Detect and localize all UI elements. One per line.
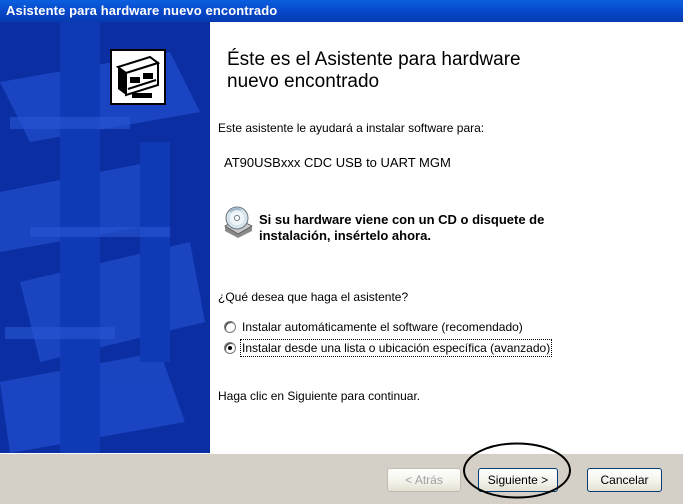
option-label[interactable]: Instalar automáticamente el software (re… <box>241 319 524 335</box>
radio-button-selected[interactable] <box>224 342 236 354</box>
cd-disk-icon <box>224 206 253 238</box>
continue-instructions: Haga clic en Siguiente para continuar. <box>218 389 421 403</box>
page-title: Éste es el Asistente para hardware nuevo… <box>227 49 521 92</box>
option-label[interactable]: Instalar desde una lista o ubicación esp… <box>239 339 553 357</box>
highlight-circle-annotation <box>463 442 571 499</box>
intro-text: Este asistente le ayudará a instalar sof… <box>218 121 485 135</box>
radio-button[interactable] <box>224 321 236 333</box>
button-bar: < Atrás Siguiente > Cancelar <box>0 453 683 504</box>
cancel-button[interactable]: Cancelar <box>587 468 662 492</box>
question-label: ¿Qué desea que haga el asistente? <box>218 290 409 304</box>
back-button[interactable]: < Atrás <box>387 468 461 492</box>
wizard-content: Éste es el Asistente para hardware nuevo… <box>210 22 683 453</box>
window-title: Asistente para hardware nuevo encontrado <box>6 3 278 18</box>
hardware-card-icon <box>110 49 166 105</box>
wizard-sidebar-banner <box>0 22 210 453</box>
cd-insert-note: Si su hardware viene con un CD o disquet… <box>259 212 545 243</box>
title-bar[interactable]: Asistente para hardware nuevo encontrado <box>0 0 683 22</box>
device-name: AT90USBxxx CDC USB to UART MGM <box>224 155 451 170</box>
wizard-window: Asistente para hardware nuevo encontrado <box>0 0 683 504</box>
